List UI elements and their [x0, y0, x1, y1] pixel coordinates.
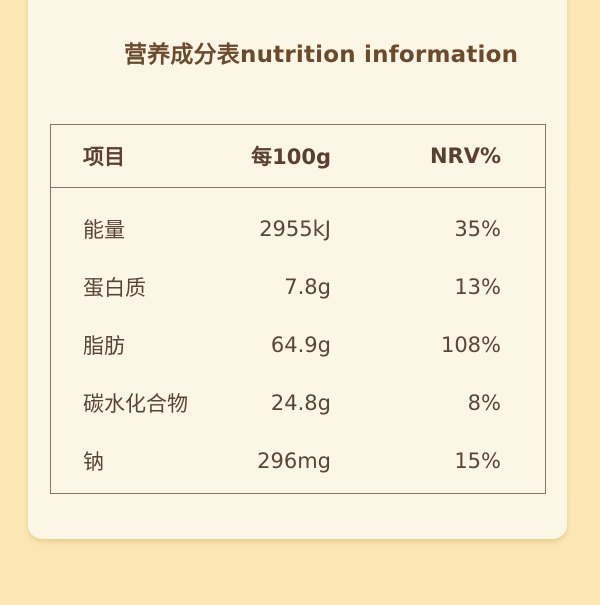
- row-item: 碳水化合物: [83, 392, 188, 416]
- row-item: 能量: [83, 218, 125, 242]
- row-per100g: 24.8g: [270, 391, 331, 415]
- row-nrv: 13%: [454, 275, 501, 299]
- row-per100g: 7.8g: [284, 275, 331, 299]
- row-item: 钠: [83, 450, 104, 474]
- table-row: 蛋白质 7.8g 13%: [51, 258, 545, 316]
- row-nrv: 15%: [454, 449, 501, 473]
- table-header-row: 项目 每100g NRV%: [51, 125, 545, 188]
- nutrition-card: 营养成分表nutrition information 项目 每100g NRV%…: [28, 0, 567, 539]
- row-nrv: 35%: [454, 217, 501, 241]
- page-title: 营养成分表nutrition information: [124, 42, 519, 68]
- header-per100g: 每100g: [251, 145, 331, 169]
- row-per100g: 64.9g: [270, 333, 331, 357]
- row-nrv: 8%: [467, 391, 501, 415]
- row-nrv: 108%: [440, 333, 501, 357]
- header-item: 项目: [83, 145, 125, 169]
- table-row: 碳水化合物 24.8g 8%: [51, 374, 545, 432]
- nutrition-table: 项目 每100g NRV% 能量 2955kJ 35% 蛋白质 7.8g 13%…: [50, 124, 546, 494]
- table-row: 脂肪 64.9g 108%: [51, 316, 545, 374]
- table-row: 钠 296mg 15%: [51, 432, 545, 490]
- header-nrv: NRV%: [429, 144, 501, 168]
- table-row: 能量 2955kJ 35%: [51, 200, 545, 258]
- row-item: 脂肪: [83, 334, 125, 358]
- row-per100g: 296mg: [257, 449, 331, 473]
- row-per100g: 2955kJ: [259, 217, 331, 241]
- row-item: 蛋白质: [83, 276, 146, 300]
